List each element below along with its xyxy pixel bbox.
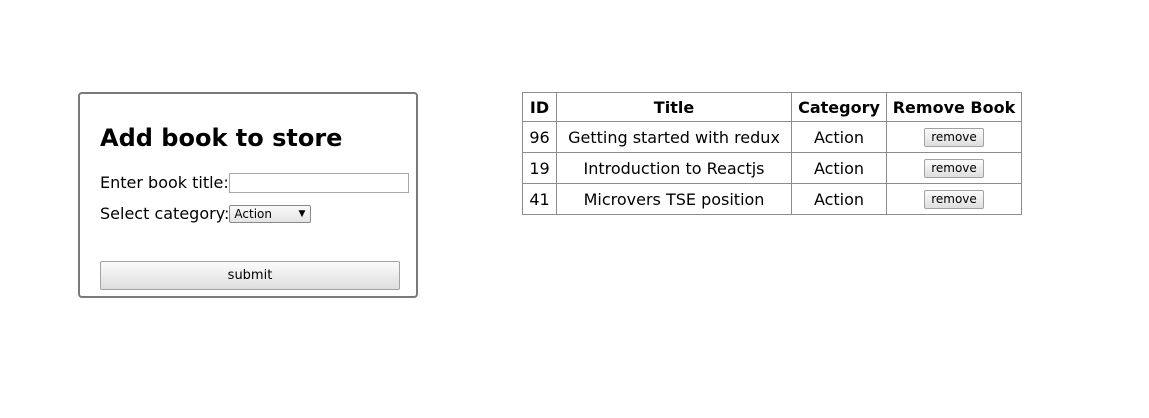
- form-title: Add book to store: [100, 124, 343, 152]
- cell-title: Microvers TSE position: [556, 183, 792, 215]
- dropdown-arrow-icon: ▼: [298, 209, 306, 219]
- cell-remove: remove: [886, 152, 1022, 184]
- book-title-input[interactable]: [228, 173, 409, 193]
- add-book-form: Add book to store Enter book title: Sele…: [78, 92, 418, 298]
- remove-button[interactable]: remove: [924, 190, 984, 209]
- books-table: ID Title Category Remove Book 96 Getting…: [522, 92, 1022, 215]
- table-row: 96 Getting started with redux Action rem…: [522, 121, 1022, 153]
- category-select[interactable]: Action ▼: [229, 205, 312, 223]
- remove-button[interactable]: remove: [924, 128, 984, 147]
- table-row: 19 Introduction to Reactjs Action remove: [522, 152, 1022, 184]
- header-category: Category: [791, 92, 887, 122]
- cell-category: Action: [791, 121, 887, 153]
- category-label: Select category:: [100, 204, 230, 223]
- cell-id: 41: [522, 183, 557, 215]
- cell-category: Action: [791, 152, 887, 184]
- cell-remove: remove: [886, 183, 1022, 215]
- cell-category: Action: [791, 183, 887, 215]
- header-remove-book: Remove Book: [886, 92, 1022, 122]
- submit-button[interactable]: submit: [100, 261, 400, 290]
- category-selected-value: Action: [234, 207, 272, 221]
- title-label: Enter book title:: [100, 173, 229, 192]
- cell-id: 19: [522, 152, 557, 184]
- table-header-row: ID Title Category Remove Book: [522, 92, 1022, 122]
- cell-id: 96: [522, 121, 557, 153]
- header-title: Title: [556, 92, 792, 122]
- remove-button[interactable]: remove: [924, 159, 984, 178]
- cell-remove: remove: [886, 121, 1022, 153]
- cell-title: Introduction to Reactjs: [556, 152, 792, 184]
- title-row: Enter book title:: [100, 173, 409, 193]
- header-id: ID: [522, 92, 557, 122]
- cell-title: Getting started with redux: [556, 121, 792, 153]
- table-row: 41 Microvers TSE position Action remove: [522, 183, 1022, 215]
- category-row: Select category: Action ▼: [100, 204, 312, 224]
